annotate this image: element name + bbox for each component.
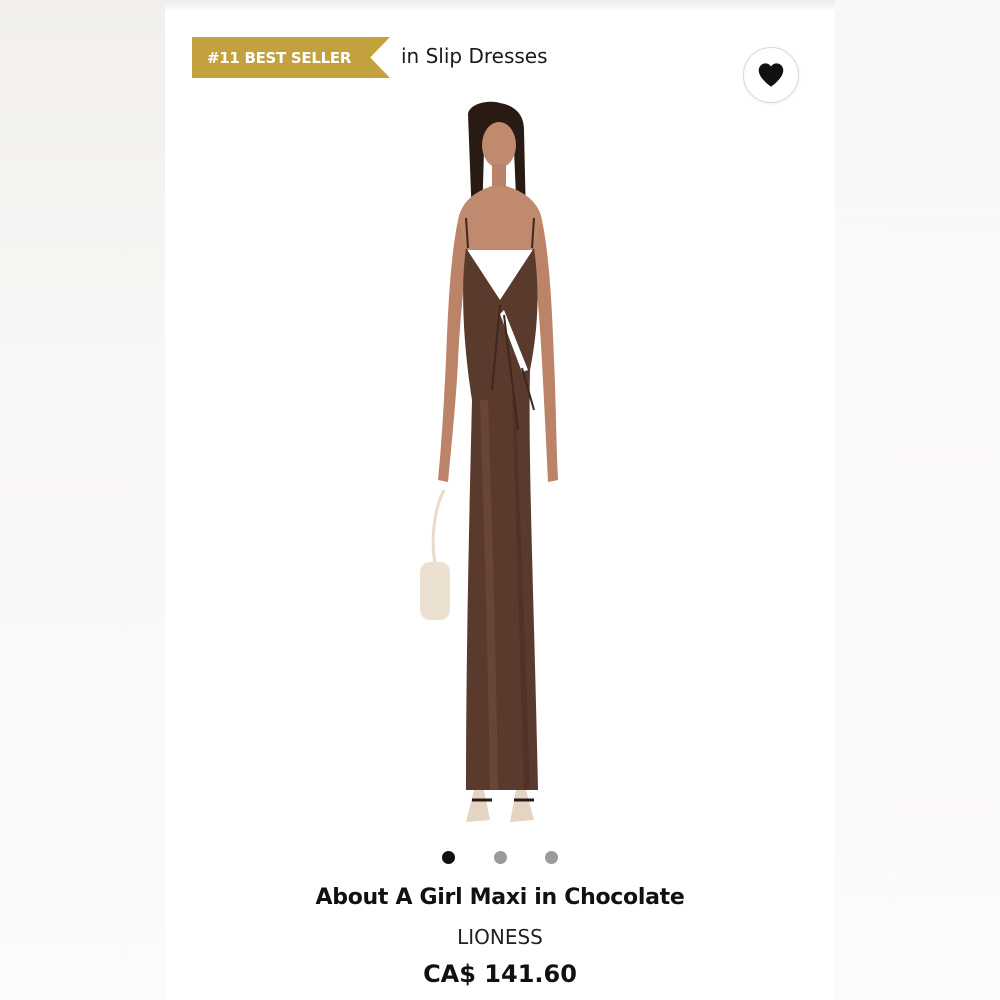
- product-title[interactable]: About A Girl Maxi in Chocolate: [165, 885, 835, 910]
- heart-icon: [758, 63, 784, 87]
- product-price: CA$ 141.60: [423, 960, 577, 988]
- carousel-dot-2[interactable]: [494, 851, 507, 864]
- product-brand[interactable]: LIONESS: [165, 925, 835, 949]
- best-seller-category: in Slip Dresses: [401, 44, 548, 68]
- carousel-dot-3[interactable]: [545, 851, 558, 864]
- background-left: [0, 0, 165, 1000]
- wishlist-button[interactable]: [743, 47, 799, 103]
- card-top-edge: [165, 0, 835, 12]
- carousel-indicators: [165, 851, 835, 865]
- product-image[interactable]: [400, 100, 600, 840]
- carousel-dot-1[interactable]: [442, 851, 455, 864]
- best-seller-badge: #11 BEST SELLER: [192, 37, 390, 78]
- background-right: [835, 0, 1000, 1000]
- product-card: #11 BEST SELLER in Slip Dresses About A …: [165, 0, 835, 1000]
- best-seller-rank: #11 BEST SELLER: [207, 48, 352, 67]
